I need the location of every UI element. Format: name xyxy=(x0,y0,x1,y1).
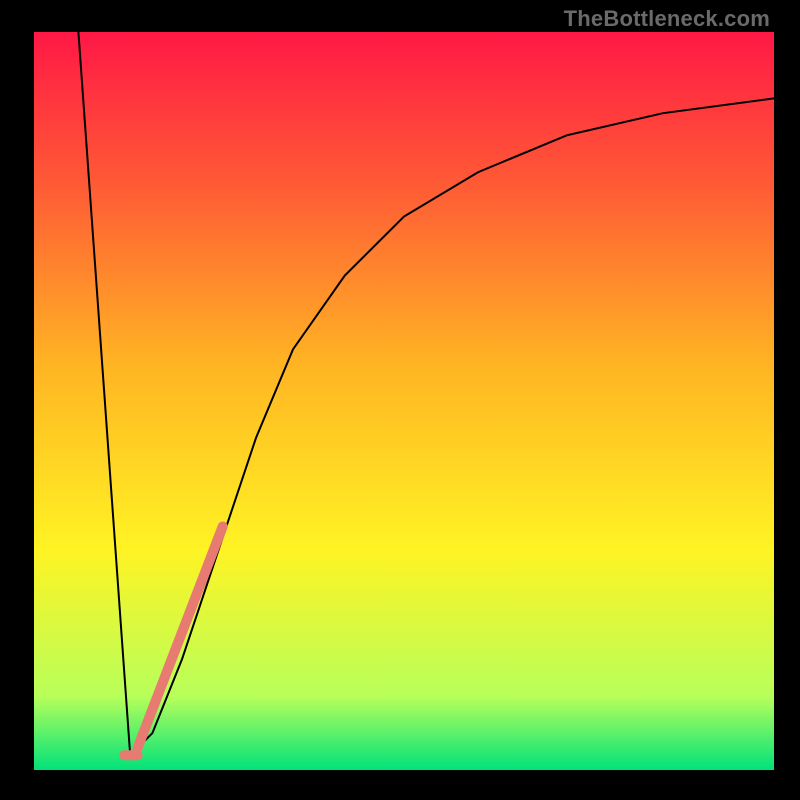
bottleneck-chart xyxy=(34,32,774,770)
chart-frame: TheBottleneck.com xyxy=(0,0,800,800)
watermark-text: TheBottleneck.com xyxy=(564,6,770,32)
gradient-background xyxy=(34,32,774,770)
